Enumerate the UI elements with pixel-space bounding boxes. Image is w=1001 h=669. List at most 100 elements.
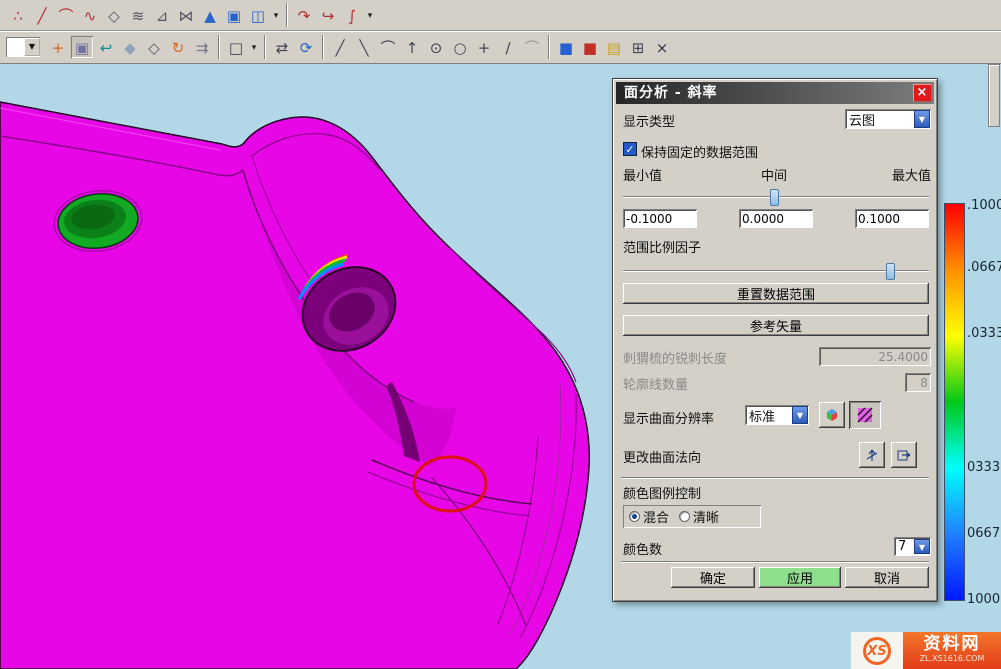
cancel-button[interactable]: 取消 <box>845 567 929 588</box>
sketch-slash-icon[interactable]: / <box>496 35 520 59</box>
mid-label: 中间 <box>761 165 787 184</box>
legend-label: 1000 <box>967 592 1001 606</box>
resolution-combo[interactable]: 标准 ▼ <box>745 405 809 425</box>
legend-mode-group: 混合 清晰 <box>623 505 761 528</box>
flip-normal-icon <box>895 446 913 464</box>
undo-view-icon[interactable]: ↩ <box>94 35 118 59</box>
legend-label: 0333 <box>967 460 1001 474</box>
orbit-view-icon[interactable]: ⟳ <box>294 35 318 59</box>
sketch-line2-icon[interactable]: ╲ <box>352 35 376 59</box>
ok-button[interactable]: 确定 <box>671 567 755 588</box>
reference-vector-button[interactable]: 参考矢量 <box>623 315 929 336</box>
contour-count-label: 轮廓线数量 <box>623 374 688 393</box>
chevron-down-icon[interactable]: ▼ <box>792 406 808 424</box>
apply-button[interactable]: 应用 <box>759 567 841 588</box>
snap-arrows-icon[interactable]: ⇉ <box>190 35 214 59</box>
sharp-radio[interactable]: 清晰 <box>679 507 719 526</box>
sketch-point-icon[interactable]: + <box>472 35 496 59</box>
watermark-site-name: 资料网 <box>903 634 1001 654</box>
profile-tool-icon[interactable]: ◇ <box>102 3 126 27</box>
dock-strip[interactable] <box>988 64 1000 127</box>
arc-tool-icon[interactable]: ⌒ <box>54 3 78 27</box>
solid-red-cube-icon[interactable]: ■ <box>578 35 602 59</box>
chevron-down-icon[interactable]: ▼ <box>24 38 40 56</box>
view-selector-value <box>6 38 24 56</box>
normal-vector-button[interactable] <box>859 442 885 468</box>
shaded-view-icon[interactable]: ◆ <box>118 35 142 59</box>
resolution-label: 显示曲面分辨率 <box>623 408 714 427</box>
point-tool-icon[interactable]: ∴ <box>6 3 30 27</box>
legend-label: .0667 <box>967 260 1001 274</box>
line-tool-icon[interactable]: ╱ <box>30 3 54 27</box>
sheet-tool-icon[interactable]: ▣ <box>222 3 246 27</box>
curve-overflow-arrow-icon[interactable]: ▾ <box>270 3 282 27</box>
analysis-display-button[interactable] <box>849 401 881 429</box>
facet-shading-button[interactable] <box>819 402 845 428</box>
tube-tool-icon[interactable]: ◫ <box>246 3 270 27</box>
view-cube-icon[interactable]: ▣ <box>70 35 94 59</box>
radio-dot-icon <box>629 511 640 522</box>
wireframe-view-icon[interactable]: ◇ <box>142 35 166 59</box>
toolbar-separator <box>264 35 266 59</box>
min-value-input[interactable] <box>623 209 697 228</box>
bridge-curve-icon[interactable]: ↪ <box>316 3 340 27</box>
sketch-arc-icon[interactable]: ⌒ <box>520 35 544 59</box>
sketch-arrow-icon[interactable]: ↑ <box>400 35 424 59</box>
legend-label: .1000 <box>967 198 1001 212</box>
view-selector-combo[interactable]: ▼ <box>6 37 40 57</box>
cone-tool-icon[interactable]: ▲ <box>198 3 222 27</box>
chevron-down-icon[interactable]: ▼ <box>914 110 930 128</box>
keep-range-label: 保持固定的数据范围 <box>641 142 758 161</box>
scale-slider-handle[interactable] <box>886 263 895 280</box>
sweep-tool-icon[interactable]: ↷ <box>292 3 316 27</box>
pan-view-icon[interactable]: ⇄ <box>270 35 294 59</box>
vector-direction-icon <box>863 446 881 464</box>
hatch-face-icon <box>856 406 874 424</box>
color-count-combo[interactable]: 7 ▼ <box>894 537 931 556</box>
toolbar-separator <box>548 35 550 59</box>
facet-cube-icon <box>823 406 841 424</box>
offset-curve-icon[interactable]: ≋ <box>126 3 150 27</box>
keep-range-checkbox[interactable]: ✓ <box>623 142 637 156</box>
dialog-title[interactable]: 面分析 - 斜率 × <box>616 82 934 104</box>
display-type-combo[interactable]: 云图 ▼ <box>845 109 931 129</box>
spline-tool-icon[interactable]: ∿ <box>78 3 102 27</box>
data-range-slider-handle[interactable] <box>770 189 779 206</box>
range-factor-label: 范围比例因子 <box>623 237 701 256</box>
data-range-slider[interactable] <box>623 196 929 198</box>
sketch-line-icon[interactable]: ╱ <box>328 35 352 59</box>
new-window-icon[interactable]: ⊞ <box>626 35 650 59</box>
joined-curve-icon[interactable]: ∫ <box>340 3 364 27</box>
sketch-fillet-icon[interactable]: ⌒ <box>376 35 400 59</box>
close-icon[interactable]: × <box>913 84 932 102</box>
reset-data-range-button[interactable]: 重置数据范围 <box>623 283 929 304</box>
color-count-value: 7 <box>894 539 913 554</box>
clipboard-icon[interactable]: ▤ <box>602 35 626 59</box>
chevron-down-icon[interactable]: ▼ <box>914 539 930 554</box>
face-analysis-slope-dialog: 面分析 - 斜率 × 显示类型 云图 ▼ ✓ 保持固定的数据范围 最小值 中间 … <box>612 78 938 602</box>
view-toolbar: ▼ +▣↩◆◇↻⇉□▾⇄⟳╱╲⌒↑⊙○+/⌒■■▤⊞× <box>0 31 1001 64</box>
orient-view-icon[interactable]: + <box>46 35 70 59</box>
selection-overflow-arrow-icon[interactable]: ▾ <box>248 35 260 59</box>
solid-blue-cube-icon[interactable]: ■ <box>554 35 578 59</box>
legend-bar <box>944 203 965 601</box>
watermark-url: ZL.XS1616.COM <box>903 654 1001 664</box>
min-label: 最小值 <box>623 165 662 184</box>
sketch-circle-icon[interactable]: ○ <box>448 35 472 59</box>
more-overflow-arrow-icon[interactable]: ▾ <box>364 3 376 27</box>
blend-radio[interactable]: 混合 <box>629 507 669 526</box>
scale-slider[interactable] <box>623 270 929 272</box>
rotate-tool-icon[interactable]: ↻ <box>166 35 190 59</box>
flip-normal-button[interactable] <box>891 442 917 468</box>
project-curve-icon[interactable]: ⊿ <box>150 3 174 27</box>
watermark: XS 资料网 ZL.XS1616.COM <box>851 632 1001 669</box>
watermark-logo-area: XS <box>851 632 903 669</box>
max-value-input[interactable] <box>855 209 929 228</box>
sketch-circle-center-icon[interactable]: ⊙ <box>424 35 448 59</box>
selection-rectangle-icon[interactable]: □ <box>224 35 248 59</box>
close-window-icon[interactable]: × <box>650 35 674 59</box>
intersect-curve-icon[interactable]: ⋈ <box>174 3 198 27</box>
mid-value-input[interactable] <box>739 209 813 228</box>
model-body[interactable] <box>0 102 589 669</box>
legend-label: .0333 <box>967 326 1001 340</box>
